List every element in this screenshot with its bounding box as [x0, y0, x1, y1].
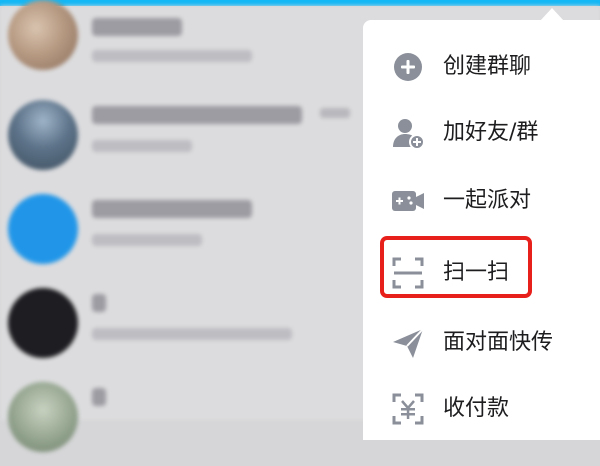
menu-item-add-friend[interactable]: 加好友/群: [363, 100, 600, 166]
avatar: [8, 194, 78, 264]
menu-item-party[interactable]: 一起派对: [363, 168, 600, 234]
quick-actions-menu: 创建群聊 加好友/群 一起派对 扫一扫 面对面快传 收付款: [363, 20, 600, 440]
scan-highlight-box: [380, 236, 532, 298]
menu-item-label: 一起派对: [443, 188, 532, 213]
menu-item-payment[interactable]: 收付款: [363, 376, 600, 442]
menu-item-label: 加好友/群: [443, 120, 539, 145]
paper-plane-icon: [391, 326, 425, 360]
menu-item-label: 面对面快传: [443, 330, 554, 355]
menu-item-label: 创建群聊: [443, 54, 532, 79]
add-friend-icon: [391, 116, 425, 150]
avatar: [8, 0, 78, 70]
menu-item-create-group[interactable]: 创建群聊: [363, 34, 600, 100]
avatar: [8, 382, 78, 452]
menu-item-face-to-face-transfer[interactable]: 面对面快传: [363, 310, 600, 376]
plus-circle-icon: [391, 50, 425, 84]
avatar: [8, 288, 78, 358]
avatar: [8, 100, 78, 170]
party-game-icon: [391, 184, 425, 218]
payment-icon: [391, 392, 425, 426]
